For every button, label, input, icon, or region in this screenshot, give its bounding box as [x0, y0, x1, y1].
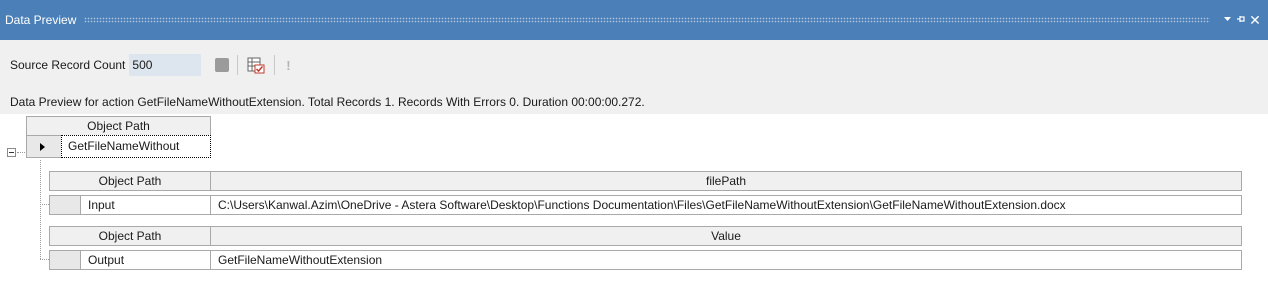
input-filepath-cell[interactable]: C:\Users\Kanwal.Azim\OneDrive - Astera S…	[210, 195, 1242, 215]
toolbar-separator	[274, 55, 276, 75]
root-object-path-cell[interactable]: GetFileNameWithout	[61, 135, 211, 158]
pin-icon[interactable]	[1234, 14, 1248, 27]
tree-line	[40, 160, 41, 259]
panel-title: Data Preview	[5, 13, 77, 27]
current-row-arrow-icon	[40, 143, 45, 151]
toolbar-separator	[237, 55, 239, 75]
toolbar: Source Record Count !	[0, 40, 1268, 90]
panel-title-bar: Data Preview ✕	[0, 0, 1268, 40]
input-row-selector[interactable]	[49, 195, 80, 215]
grid-check-icon[interactable]	[246, 55, 266, 75]
exclamation-icon[interactable]: !	[283, 58, 293, 73]
root-row-selector[interactable]	[26, 135, 61, 158]
input-table-header-filepath[interactable]: filePath	[210, 171, 1242, 191]
title-grip[interactable]	[84, 17, 1210, 23]
tree-line	[40, 204, 49, 205]
stop-icon[interactable]	[215, 58, 230, 72]
close-icon[interactable]: ✕	[1248, 12, 1262, 29]
output-row-selector[interactable]	[49, 250, 80, 270]
chevron-down-icon[interactable]	[1220, 14, 1234, 26]
input-object-path-cell[interactable]: Input	[80, 195, 211, 215]
source-record-count-label: Source Record Count	[10, 58, 126, 72]
data-preview-grid[interactable]: Object Path GetFileNameWithout Object Pa…	[0, 114, 1268, 303]
collapse-icon[interactable]	[7, 148, 16, 157]
output-table-header-object-path[interactable]: Object Path	[49, 226, 211, 246]
tree-line	[40, 259, 49, 260]
preview-status-message: Data Preview for action GetFileNameWitho…	[0, 90, 1268, 114]
output-value-cell[interactable]: GetFileNameWithoutExtension	[210, 250, 1242, 270]
root-column-header[interactable]: Object Path	[26, 116, 211, 136]
source-record-count-input[interactable]	[129, 54, 202, 76]
output-table-header-value[interactable]: Value	[210, 226, 1242, 246]
input-table-header-object-path[interactable]: Object Path	[49, 171, 211, 191]
output-object-path-cell[interactable]: Output	[80, 250, 211, 270]
